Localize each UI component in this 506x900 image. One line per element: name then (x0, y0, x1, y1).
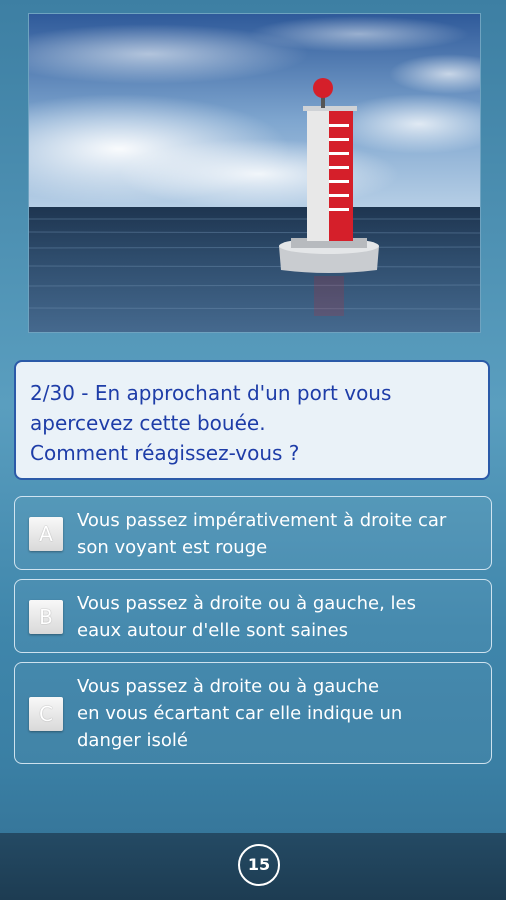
answer-letter-badge: B (29, 600, 63, 634)
answer-line: Vous passez impérativement à droite car (77, 510, 447, 531)
countdown-timer: 15 (238, 844, 280, 886)
answer-option-b[interactable]: B Vous passez à droite ou à gauche, les … (14, 579, 492, 653)
answer-line: danger isolé (77, 730, 188, 751)
answer-line: Vous passez à droite ou à gauche, les (77, 593, 416, 614)
question-image (28, 13, 481, 333)
answer-text: Vous passez à droite ou à gauche, les ea… (77, 590, 485, 644)
answer-text: Vous passez impérativement à droite car … (77, 507, 485, 561)
answer-option-c[interactable]: C Vous passez à droite ou à gauche en vo… (14, 662, 492, 764)
answer-option-a[interactable]: A Vous passez impérativement à droite ca… (14, 496, 492, 570)
question-line: apercevez cette bouée. (30, 411, 266, 435)
answer-line: Vous passez à droite ou à gauche (77, 676, 380, 697)
answer-text: Vous passez à droite ou à gauche en vous… (77, 673, 485, 754)
answer-line: son voyant est rouge (77, 537, 268, 558)
answer-letter-badge: C (29, 697, 63, 731)
question-line: Comment réagissez-vous ? (30, 441, 300, 465)
answer-letter-badge: A (29, 517, 63, 551)
answer-line: eaux autour d'elle sont saines (77, 620, 349, 641)
question-line: 2/30 - En approchant d'un port vous (30, 381, 392, 405)
question-box: 2/30 - En approchant d'un port vous aper… (14, 360, 490, 480)
answer-line: en vous écartant car elle indique un (77, 703, 403, 724)
